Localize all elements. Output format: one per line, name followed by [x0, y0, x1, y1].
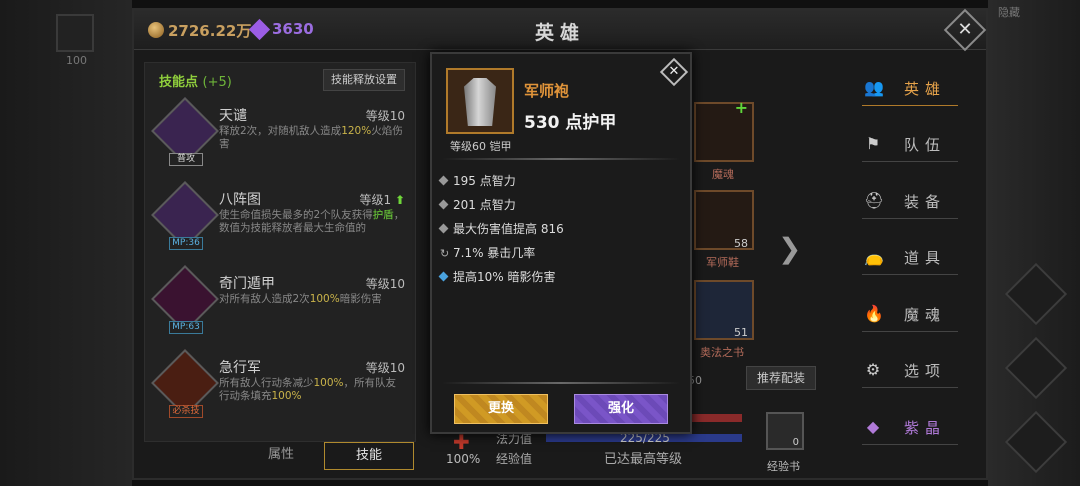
- skill-level: 等级1 ⬆: [359, 193, 405, 207]
- boots-count: 58: [734, 237, 748, 250]
- tab-skills[interactable]: 技能: [324, 442, 414, 470]
- diamond-bullet-icon: [438, 223, 449, 234]
- item-level: 等级60 铠甲: [450, 140, 512, 153]
- nav-label: 魔魂: [904, 306, 947, 324]
- skill-release-settings-button[interactable]: 技能释放设置: [323, 69, 405, 91]
- nav-label: 队伍: [904, 136, 947, 154]
- diamond-bullet-icon: [438, 199, 449, 210]
- nav-label: 选项: [904, 362, 947, 380]
- soul-slot[interactable]: +: [694, 98, 754, 162]
- flame-icon: 🔥: [864, 304, 884, 323]
- skill-name: 奇门遁甲: [219, 276, 275, 292]
- tab-attributes[interactable]: 属性: [236, 442, 326, 470]
- nav-team[interactable]: ⚑ 队伍: [852, 128, 960, 162]
- skill-points-count: (+5): [202, 75, 232, 90]
- nav-label: 紫晶: [904, 419, 947, 437]
- background-scene-right: 隐藏: [988, 0, 1080, 486]
- panel-tabs: 属性 技能: [144, 442, 416, 472]
- add-icon: +: [734, 98, 748, 117]
- skill-name: 天谴: [219, 108, 247, 124]
- nav-crystal[interactable]: ◆ 紫晶: [852, 411, 960, 445]
- flag-icon: ⚑: [865, 134, 881, 153]
- game-screen: 100 隐藏 2726.22万 3630 英雄 ✕ 技能点 (+5) 技能释放设…: [0, 0, 1080, 486]
- background-diamond: [1004, 336, 1068, 400]
- close-icon: ✕: [668, 64, 680, 79]
- tooltip-close-button[interactable]: ✕: [659, 57, 689, 87]
- crystal-icon: ◆: [866, 417, 880, 436]
- skill-points-header: 技能点 (+5): [159, 71, 232, 90]
- divider: [442, 382, 680, 384]
- exp-book-slot[interactable]: 0: [766, 412, 804, 450]
- skill-description: 使生命值损失最多的2个队友获得护盾，数值为技能释放者最大生命值的: [219, 209, 405, 234]
- soul-label: 魔魂: [712, 168, 734, 181]
- robe-item-icon: [446, 68, 514, 134]
- stat-line: 提高10% 暗影伤害: [438, 268, 556, 285]
- nav-equipment[interactable]: ⛑ 装备: [852, 185, 960, 219]
- close-icon: ✕: [957, 19, 973, 40]
- heroes-icon: 👥: [864, 78, 884, 97]
- skill-item[interactable]: 普攻 天谴 等级10 释放2次，对随机敌人造成120%火焰伤害: [151, 97, 409, 181]
- skill-badge: MP:36: [169, 237, 203, 250]
- skill-item[interactable]: 必杀技 急行军 等级10 所有敌人行动条减少100%，所有队友行动条填充100%: [151, 349, 409, 433]
- background-diamond: [1004, 410, 1068, 474]
- item-name: 军师袍: [524, 82, 570, 100]
- enhance-button[interactable]: 强化: [574, 394, 668, 424]
- skill-name: 八阵图: [219, 192, 261, 208]
- max-level-text: 已达最高等级: [604, 452, 683, 467]
- nav-options[interactable]: ⚙ 选项: [852, 354, 960, 388]
- replace-button[interactable]: 更换: [454, 394, 548, 424]
- robe-icon: [464, 78, 496, 126]
- blue-diamond-bullet-icon: [438, 271, 449, 282]
- skill-description: 对所有敌人造成2次100%暗影伤害: [219, 293, 382, 305]
- skill-name: 急行军: [219, 360, 261, 376]
- exp-book-label: 经验书: [767, 460, 800, 473]
- next-arrow-icon[interactable]: ❯: [778, 232, 801, 265]
- gear-icon: ⚙: [865, 360, 881, 379]
- cycle-bullet-icon: ↻: [440, 247, 450, 260]
- skill-description: 释放2次，对随机敌人造成120%火焰伤害: [219, 125, 403, 150]
- nav-heroes[interactable]: 👥 英雄: [852, 72, 960, 106]
- skill-item[interactable]: MP:36 八阵图 等级1 ⬆ 使生命值损失最多的2个队友获得护盾，数值为技能释…: [151, 181, 409, 265]
- background-diamond: [1004, 262, 1068, 326]
- skill-points-label: 技能点: [159, 75, 199, 90]
- skill-level: 等级10: [365, 277, 405, 291]
- exp-label: 经验值: [496, 452, 533, 466]
- skill-item[interactable]: MP:63 奇门遁甲 等级10 对所有敌人造成2次100%暗影伤害: [151, 265, 409, 349]
- skill-badge: 普攻: [169, 153, 203, 166]
- nav-soul[interactable]: 🔥 魔魂: [852, 298, 960, 332]
- boots-label: 军师鞋: [706, 256, 739, 269]
- level-up-arrow-icon: ⬆: [394, 193, 405, 207]
- divider: [442, 158, 680, 160]
- nav-items[interactable]: 👝 道具: [852, 241, 960, 275]
- item-tooltip: 军师袍 530 点护甲 等级60 铠甲 ✕ 195 点智力 201 点智力 最大…: [430, 52, 692, 434]
- background-slot: [56, 14, 94, 52]
- recommend-build-button[interactable]: 推荐配装: [746, 366, 816, 390]
- nav-label: 道具: [904, 249, 947, 267]
- stat-line: ↻ 7.1% 暴击几率: [440, 246, 536, 260]
- diamond-bullet-icon: [438, 175, 449, 186]
- skill-level: 等级10: [365, 361, 405, 375]
- window-title: 英雄: [534, 22, 585, 44]
- nav-label: 装备: [904, 193, 947, 211]
- background-number: 100: [66, 54, 87, 67]
- skill-panel: 技能点 (+5) 技能释放设置 普攻 天谴 等级10 释放2次，对随机敌人造成1…: [144, 62, 416, 442]
- bag-icon: 👝: [864, 247, 884, 266]
- item-armor: 530 点护甲: [524, 113, 617, 133]
- background-label: 隐藏: [998, 6, 1020, 19]
- book-count: 51: [734, 326, 748, 339]
- skill-badge: MP:63: [169, 321, 203, 334]
- background-scene-left: 100: [0, 0, 132, 486]
- stat-line: 201 点智力: [438, 196, 516, 213]
- nav-label: 英雄: [904, 80, 947, 98]
- stat-line: 最大伤害值提高 816: [438, 220, 564, 237]
- skill-level: 等级10: [365, 109, 405, 123]
- percent-value: 100%: [446, 452, 481, 466]
- title-bar: 2726.22万 3630 英雄 ✕: [134, 8, 987, 52]
- skill-badge: 必杀技: [169, 405, 203, 418]
- book-label: 奥法之书: [700, 346, 744, 359]
- helmet-icon: ⛑: [864, 191, 885, 210]
- skill-description: 所有敌人行动条减少100%，所有队友行动条填充100%: [219, 377, 397, 402]
- stat-line: 195 点智力: [438, 172, 516, 189]
